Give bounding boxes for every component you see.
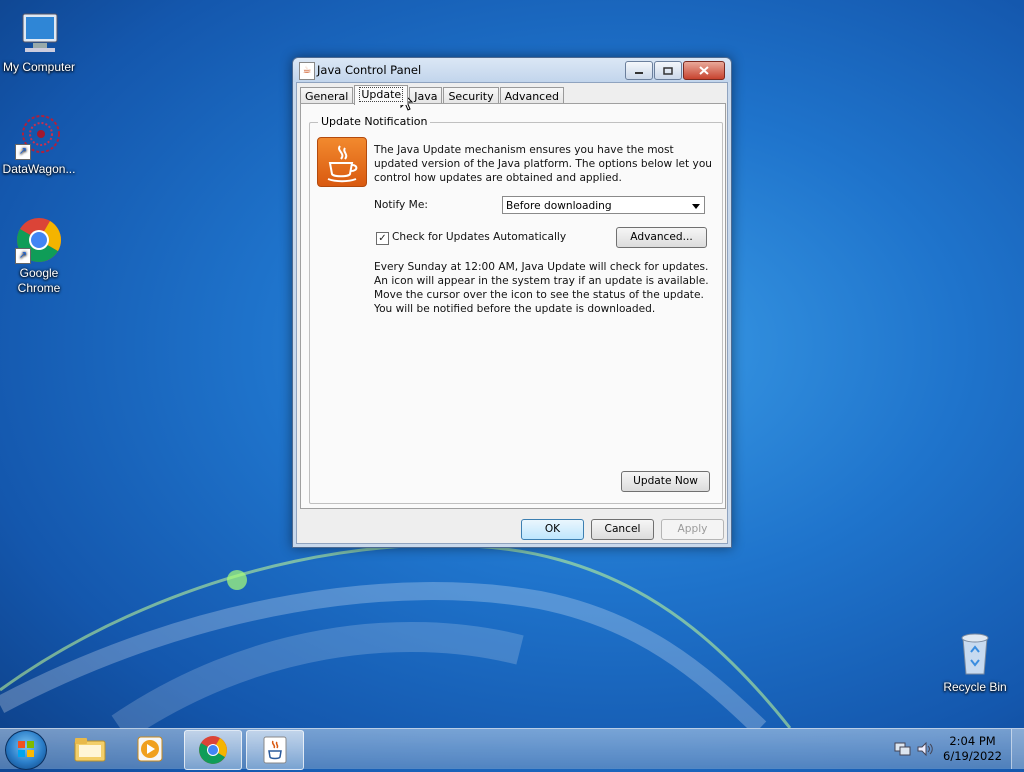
notify-me-value: Before downloading (506, 200, 612, 212)
update-notification-group: Update Notification The Java Update mech… (309, 115, 723, 504)
desktop-icon-label: Google Chrome (17, 266, 61, 295)
cancel-button[interactable]: Cancel (591, 519, 654, 540)
tab-label: Update (359, 87, 404, 102)
chrome-icon (199, 736, 227, 764)
close-button[interactable] (683, 61, 725, 80)
taskbar-chrome[interactable] (184, 730, 242, 770)
update-tab-panel: Update Notification The Java Update mech… (300, 103, 726, 509)
window-client-area: General Update Java Security Advanced Up… (296, 82, 728, 544)
java-icon (263, 736, 287, 764)
java-app-icon: ☕ (299, 62, 315, 80)
chrome-icon: ↗ (15, 216, 63, 264)
update-now-button[interactable]: Update Now (621, 471, 710, 492)
desktop-icon-label: My Computer (2, 60, 76, 74)
title-bar[interactable]: ☕ Java Control Panel (293, 58, 731, 82)
window-controls (624, 61, 725, 80)
desktop-icon-label: DataWagon... (2, 162, 76, 176)
tab-label: Java (414, 90, 438, 103)
folder-icon (74, 738, 106, 762)
datawagon-icon: ↗ (15, 112, 63, 160)
desktop-icon-google-chrome[interactable]: ↗ Google Chrome (0, 216, 81, 296)
show-desktop-button[interactable] (1011, 729, 1024, 769)
notify-me-dropdown[interactable]: Before downloading (502, 196, 705, 214)
maximize-button[interactable] (654, 61, 682, 80)
taskbar-java-control-panel[interactable] (246, 730, 304, 770)
taskbar: 2:04 PM 6/19/2022 (0, 728, 1024, 770)
desktop-icon-recycle-bin[interactable]: Recycle Bin (933, 630, 1017, 695)
volume-icon[interactable] (916, 741, 934, 757)
clock-date: 6/19/2022 (943, 749, 1002, 763)
notify-me-label: Notify Me: (374, 199, 428, 211)
tab-strip: General Update Java Security Advanced (300, 85, 565, 105)
shortcut-arrow-icon: ↗ (15, 248, 31, 264)
start-button[interactable] (5, 730, 47, 770)
clock[interactable]: 2:04 PM 6/19/2022 (943, 734, 1002, 764)
tab-update[interactable]: Update (354, 85, 409, 105)
taskbar-media-player[interactable] (122, 730, 178, 768)
media-player-icon (137, 736, 163, 762)
tab-label: Security (448, 90, 494, 103)
group-title: Update Notification (318, 115, 431, 128)
minimize-button[interactable] (625, 61, 653, 80)
ok-button[interactable]: OK (521, 519, 584, 540)
desktop-icon-my-computer[interactable]: My Computer (0, 10, 81, 75)
desktop-icon-label: Recycle Bin (943, 680, 1007, 694)
update-description: The Java Update mechanism ensures you ha… (374, 144, 713, 184)
advanced-settings-button[interactable]: Advanced... (616, 227, 707, 248)
tab-label: General (305, 90, 349, 103)
java-control-panel-window: ☕ Java Control Panel General Update Java… (292, 57, 732, 548)
clock-time: 2:04 PM (949, 734, 996, 748)
update-schedule-text: Every Sunday at 12:00 AM, Java Update wi… (374, 261, 709, 315)
taskbar-explorer[interactable] (62, 730, 118, 768)
java-logo-icon (317, 137, 367, 187)
shortcut-arrow-icon: ↗ (15, 144, 31, 160)
computer-icon (15, 10, 63, 58)
window-title: Java Control Panel (317, 63, 422, 77)
network-icon[interactable] (894, 741, 912, 757)
check-updates-label[interactable]: Check for Updates Automatically (392, 231, 566, 243)
desktop-icon-datawagon[interactable]: ↗ DataWagon... (0, 112, 81, 177)
check-updates-checkbox[interactable]: ✓ (376, 232, 389, 245)
tab-label: Advanced (504, 90, 559, 103)
system-tray: 2:04 PM 6/19/2022 (884, 729, 1024, 769)
windows-logo-icon (18, 741, 34, 757)
recycle-bin-icon (951, 630, 999, 678)
chevron-down-icon (692, 204, 700, 209)
apply-button[interactable]: Apply (661, 519, 724, 540)
